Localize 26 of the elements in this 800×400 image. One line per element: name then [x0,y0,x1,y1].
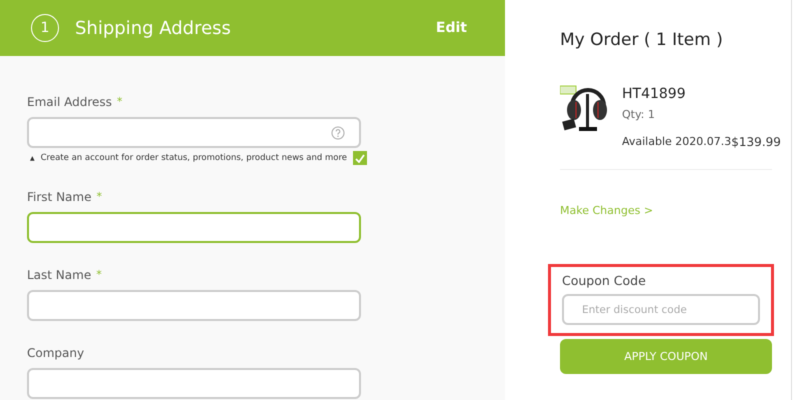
coupon-field[interactable]: Enter discount code [562,294,760,325]
price: $139.99 [731,135,781,149]
input-field[interactable] [27,290,361,321]
order-title: My Order ( 1 Item ) [560,30,724,50]
checkbox[interactable] [353,151,368,165]
field-label: Company [27,346,84,360]
help-icon[interactable] [331,126,345,140]
product-sku: HT41899 [622,86,687,102]
make-changes-link[interactable]: Make Changes > [560,204,654,217]
coupon-label: Coupon Code [562,273,647,288]
apply-coupon-button[interactable]: APPLY COUPON [560,339,772,374]
field-label: First Name [27,190,92,204]
input-field[interactable] [27,212,361,243]
input-field[interactable] [27,117,361,148]
hint-text: Create an account for order status, promotions, product news and more [40,153,348,163]
quantity: Qty: 1 [622,108,656,121]
field-label: Email Address [27,95,112,109]
input-field[interactable] [27,368,361,399]
edit-link[interactable]: Edit [436,20,467,36]
step-number: 1 [31,14,59,42]
field-label: Last Name [27,268,92,282]
section-title: Shipping Address [75,18,232,38]
required-mark: * [96,268,102,282]
required-mark: * [96,190,102,204]
availability: Available 2020.07.3 [622,135,732,149]
required-mark: * [116,95,122,109]
